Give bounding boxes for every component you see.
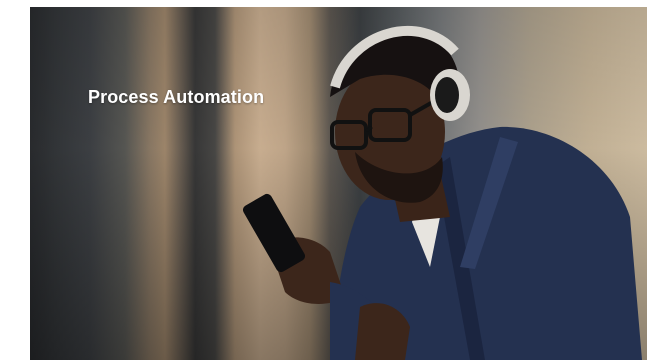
person-with-headphones-photo xyxy=(242,25,642,360)
hero-title: Process Automation xyxy=(88,87,265,107)
hero-banner: Process Automation xyxy=(30,7,647,360)
